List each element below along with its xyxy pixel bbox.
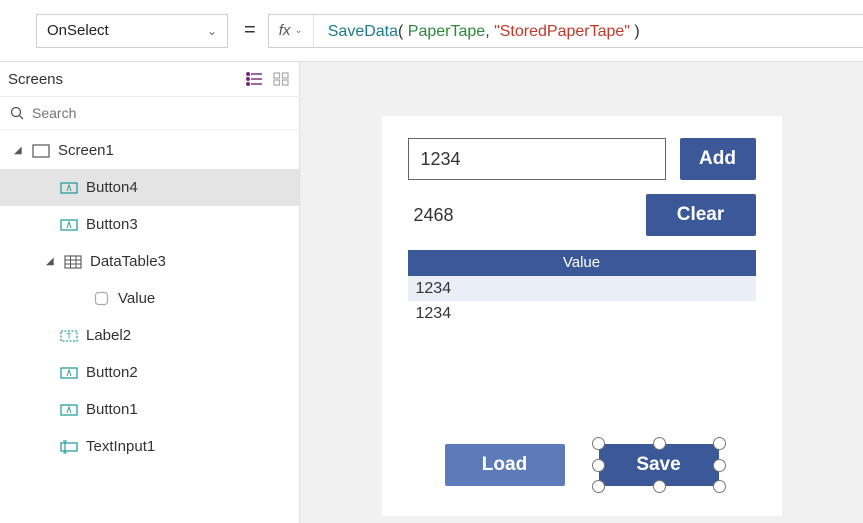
- button-icon: [60, 217, 78, 232]
- formula-token-func: SaveData: [328, 23, 398, 40]
- tree-view-icon[interactable]: [246, 72, 263, 86]
- tree-item-button3[interactable]: Button3: [0, 206, 299, 243]
- resize-handle[interactable]: [592, 459, 605, 472]
- column-icon: [92, 291, 110, 306]
- tree-panel: Screens ◢ Screen1: [0, 62, 300, 523]
- tree-item-label: TextInput1: [86, 438, 155, 455]
- tree-item-label: DataTable3: [90, 253, 166, 270]
- tree-item-label: Label2: [86, 327, 131, 344]
- resize-handle[interactable]: [653, 437, 666, 450]
- button-icon: [60, 180, 78, 195]
- resize-handle[interactable]: [713, 437, 726, 450]
- resize-handle[interactable]: [713, 480, 726, 493]
- result-label: 2468: [408, 205, 632, 226]
- save-button-selection[interactable]: Save: [599, 444, 719, 486]
- tree-search[interactable]: [0, 96, 299, 130]
- collapse-icon[interactable]: ◢: [46, 256, 56, 267]
- collapse-icon[interactable]: ◢: [14, 145, 24, 156]
- tree-item-label: Button3: [86, 216, 138, 233]
- tree-item-button1[interactable]: Button1: [0, 391, 299, 428]
- tree-item-value[interactable]: Value: [0, 280, 299, 317]
- resize-handle[interactable]: [592, 437, 605, 450]
- tree-title: Screens: [8, 71, 63, 88]
- search-icon: [10, 106, 24, 120]
- tree-item-label: Button4: [86, 179, 138, 196]
- property-selector[interactable]: OnSelect ⌄: [36, 14, 228, 48]
- tree-item-label: Button2: [86, 364, 138, 381]
- tree-item-datatable3[interactable]: ◢ DataTable3: [0, 243, 299, 280]
- textinput-icon: [60, 439, 78, 454]
- formula-token-punc: ,: [485, 23, 494, 40]
- resize-handle[interactable]: [592, 480, 605, 493]
- button-icon: [60, 402, 78, 417]
- tree-item-label2[interactable]: T Label2: [0, 317, 299, 354]
- datatable-icon: [64, 254, 82, 269]
- clear-button[interactable]: Clear: [646, 194, 756, 236]
- svg-text:T: T: [67, 332, 72, 341]
- tree-header: Screens: [0, 62, 299, 96]
- formula-token-punc: (: [398, 23, 408, 40]
- app-screen[interactable]: Add 2468 Clear Value 1234 1234 Load Save: [382, 116, 782, 516]
- thumbnail-view-icon[interactable]: [273, 72, 289, 86]
- number-input[interactable]: [408, 138, 666, 180]
- data-table[interactable]: Value 1234 1234: [408, 250, 756, 326]
- tree-item-button4[interactable]: Button4: [0, 169, 299, 206]
- equals-sign: =: [244, 19, 256, 42]
- canvas-background[interactable]: Add 2468 Clear Value 1234 1234 Load Save: [300, 62, 863, 523]
- search-input[interactable]: [32, 105, 289, 121]
- formula-token-punc: ): [630, 23, 640, 40]
- chevron-down-icon: ⌄: [207, 24, 217, 38]
- label-icon: T: [60, 328, 78, 343]
- tree-item-textinput1[interactable]: TextInput1: [0, 428, 299, 465]
- tree-item-label: Button1: [86, 401, 138, 418]
- add-button[interactable]: Add: [680, 138, 756, 180]
- tree-item-label: Value: [118, 290, 155, 307]
- formula-bar: OnSelect ⌄ = fx ⌄ SaveData( PaperTape, "…: [0, 0, 863, 62]
- tree-item-label: Screen1: [58, 142, 114, 159]
- formula-text[interactable]: SaveData( PaperTape, "StoredPaperTape" ): [314, 21, 863, 41]
- button-icon: [60, 365, 78, 380]
- load-button[interactable]: Load: [445, 444, 565, 486]
- fx-text: fx: [279, 22, 291, 39]
- tree-item-screen1[interactable]: ◢ Screen1: [0, 132, 299, 169]
- chevron-down-icon: ⌄: [294, 25, 302, 36]
- property-selector-value: OnSelect: [47, 22, 109, 39]
- formula-token-ident: PaperTape: [408, 23, 485, 40]
- resize-handle[interactable]: [653, 480, 666, 493]
- table-header-value[interactable]: Value: [408, 250, 756, 276]
- formula-token-string: "StoredPaperTape": [494, 23, 630, 40]
- resize-handle[interactable]: [713, 459, 726, 472]
- fx-label[interactable]: fx ⌄: [269, 15, 314, 47]
- formula-box[interactable]: fx ⌄ SaveData( PaperTape, "StoredPaperTa…: [268, 14, 863, 48]
- tree-body: ◢ Screen1 Button4 Button3 ◢: [0, 130, 299, 523]
- screen-icon: [32, 143, 50, 158]
- tree-item-button2[interactable]: Button2: [0, 354, 299, 391]
- table-row[interactable]: 1234: [408, 276, 756, 301]
- table-row[interactable]: 1234: [408, 301, 756, 326]
